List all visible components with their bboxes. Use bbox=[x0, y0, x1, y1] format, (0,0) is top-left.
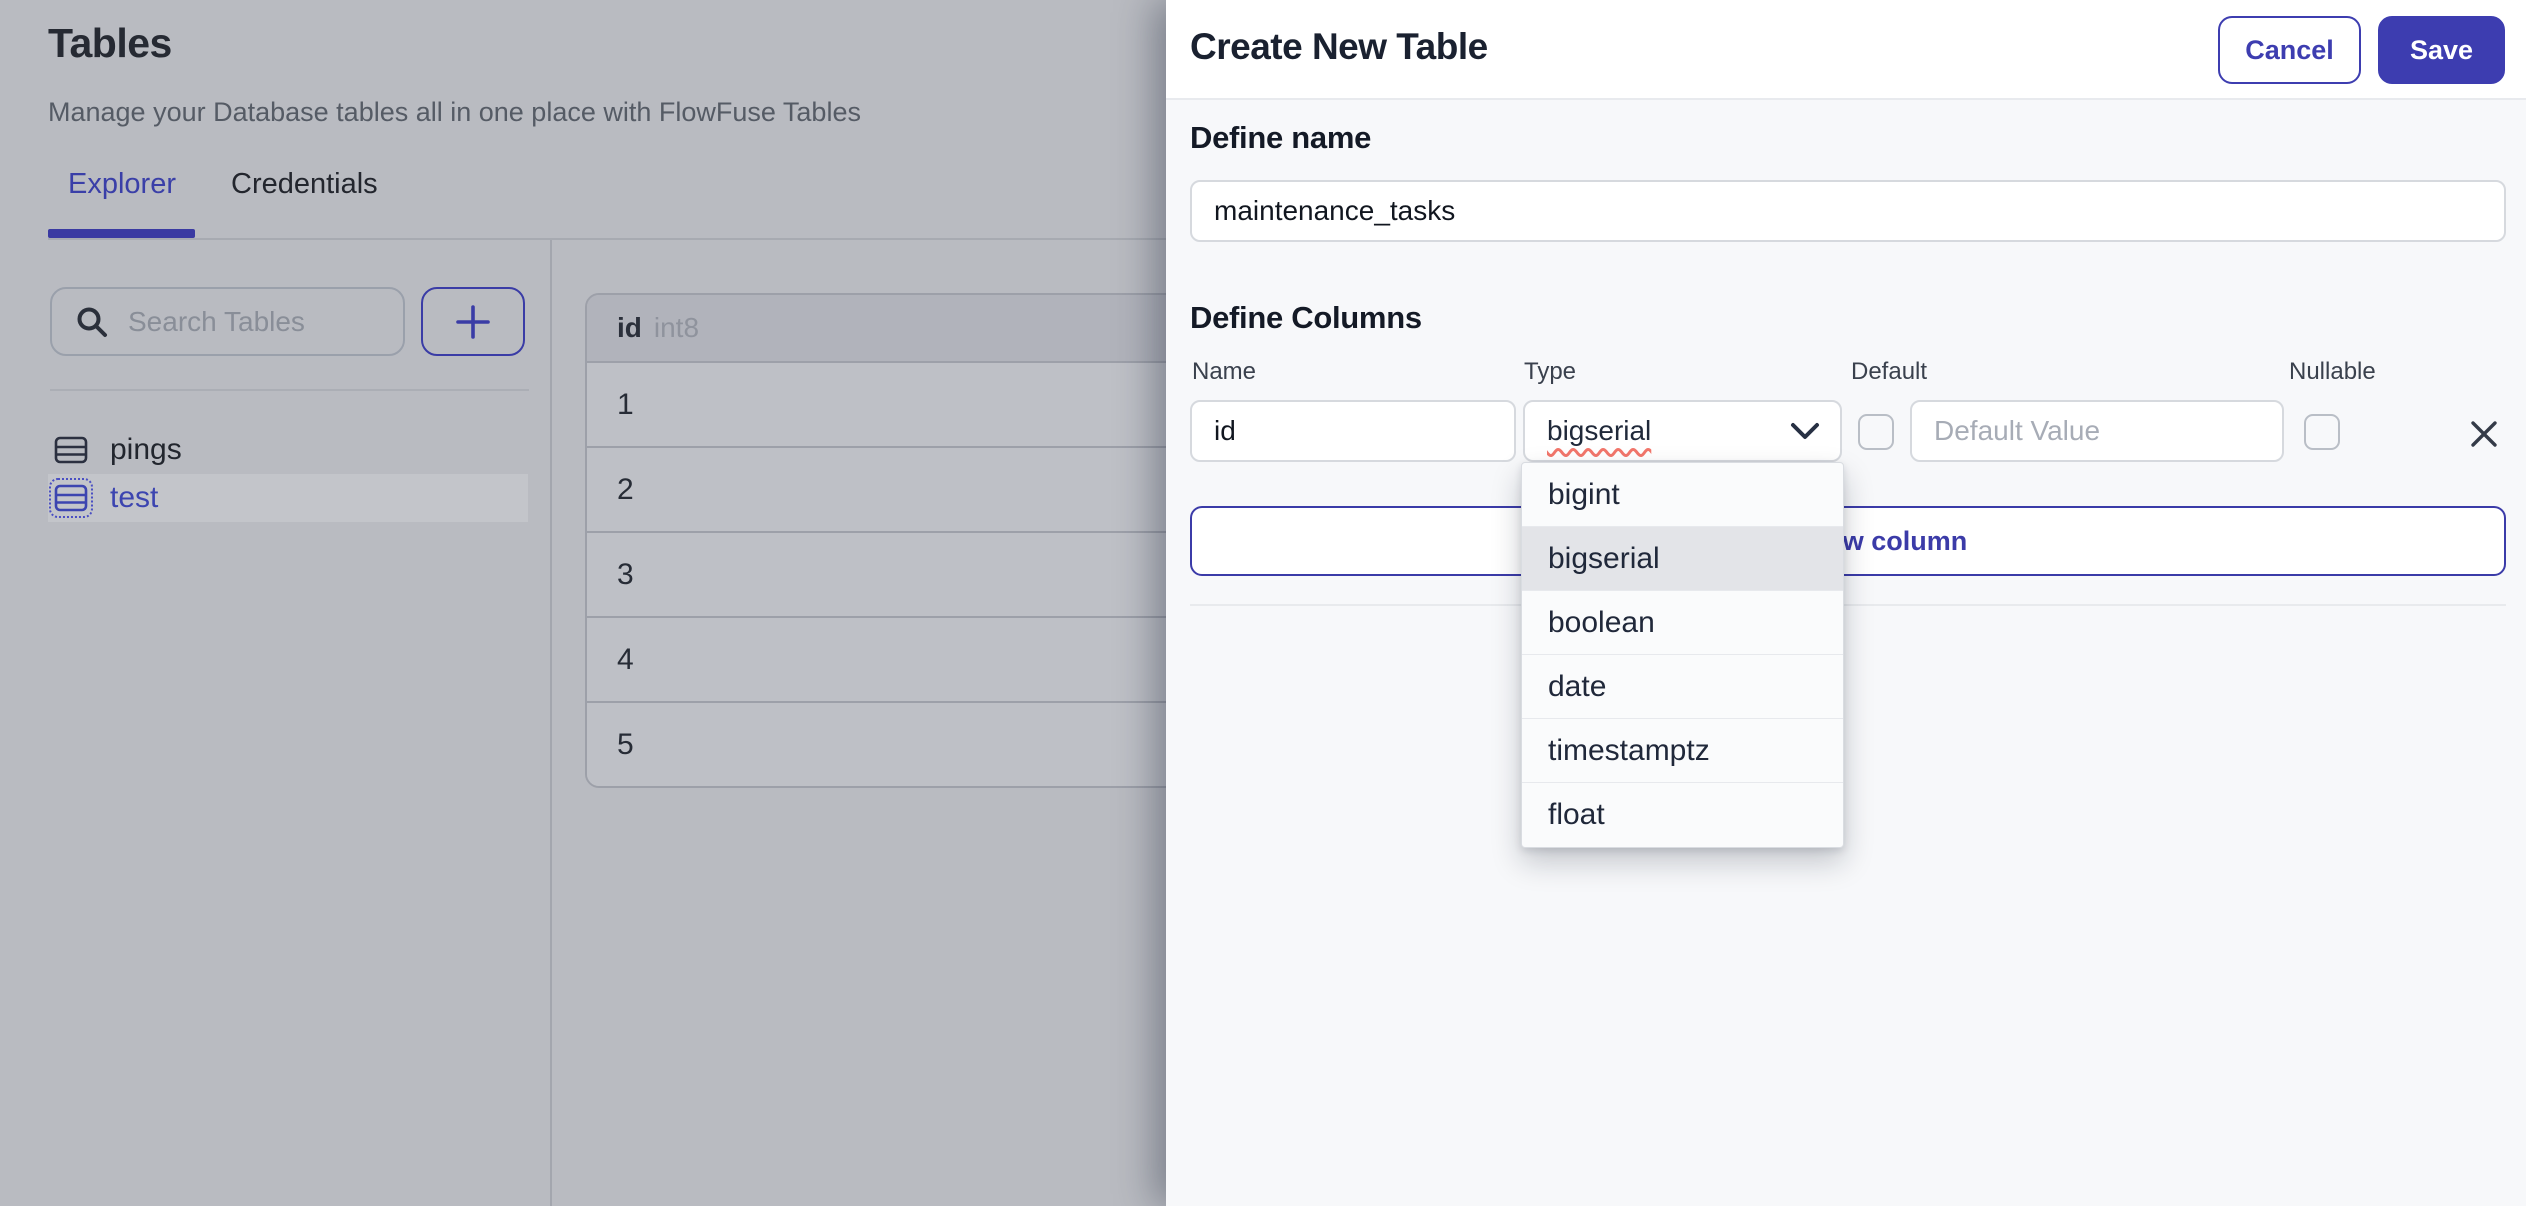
remove-column-icon[interactable] bbox=[2466, 416, 2502, 452]
type-option-date[interactable]: date bbox=[1522, 655, 1843, 719]
table-list-item-label: pings bbox=[110, 433, 182, 466]
type-option-float[interactable]: float bbox=[1522, 783, 1843, 847]
sidebar-divider bbox=[50, 389, 529, 391]
default-value-input[interactable] bbox=[1910, 400, 2284, 462]
nullable-field-label: Nullable bbox=[2289, 358, 2376, 385]
column-name: id bbox=[617, 312, 642, 343]
tab-credentials[interactable]: Credentials bbox=[231, 168, 378, 201]
cell-id: 4 bbox=[617, 642, 634, 676]
save-button[interactable]: Save bbox=[2378, 16, 2505, 84]
type-field-label: Type bbox=[1524, 358, 1577, 385]
column-name-input[interactable] bbox=[1190, 400, 1516, 462]
tab-explorer[interactable]: Explorer bbox=[68, 168, 176, 201]
drawer-header: Create New Table Cancel Save bbox=[1166, 0, 2526, 100]
page-title: Tables bbox=[48, 20, 172, 66]
table-list-item-label: test bbox=[110, 481, 159, 514]
search-tables-box[interactable] bbox=[50, 287, 405, 356]
define-columns-heading: Define Columns bbox=[1190, 300, 1422, 335]
plus-icon bbox=[456, 304, 490, 339]
active-tab-indicator bbox=[48, 229, 195, 238]
page-subtitle: Manage your Database tables all in one p… bbox=[48, 97, 861, 127]
cell-id: 3 bbox=[617, 557, 634, 591]
type-option-bigint[interactable]: bigint bbox=[1522, 463, 1843, 527]
cell-id: 2 bbox=[617, 472, 634, 506]
nullable-checkbox[interactable] bbox=[2304, 414, 2340, 450]
search-icon bbox=[77, 307, 107, 337]
column-type: int8 bbox=[653, 312, 700, 343]
define-name-heading: Define name bbox=[1190, 120, 1372, 155]
app: Tables Manage your Database tables all i… bbox=[0, 0, 2526, 1206]
type-option-bigserial[interactable]: bigserial bbox=[1522, 527, 1843, 591]
table-icon bbox=[54, 435, 88, 465]
cell-id: 5 bbox=[617, 727, 634, 761]
cancel-button[interactable]: Cancel bbox=[2218, 16, 2361, 84]
tab-bar-divider bbox=[48, 238, 1166, 240]
cell-id: 1 bbox=[617, 387, 634, 421]
columns-section-divider bbox=[1190, 604, 2506, 606]
add-table-button[interactable] bbox=[421, 287, 525, 356]
type-option-boolean[interactable]: boolean bbox=[1522, 591, 1843, 655]
add-column-button[interactable]: Add a new column bbox=[1190, 506, 2506, 576]
type-option-timestamptz[interactable]: timestamptz bbox=[1522, 719, 1843, 783]
default-checkbox[interactable] bbox=[1858, 414, 1894, 450]
name-field-label: Name bbox=[1192, 358, 1257, 385]
type-dropdown-menu: bigint bigserial boolean date timestampt… bbox=[1521, 462, 1844, 848]
table-name-input[interactable] bbox=[1190, 180, 2506, 242]
table-list-item-pings[interactable]: pings bbox=[48, 426, 528, 474]
column-type-select[interactable]: bigserial bbox=[1523, 400, 1842, 462]
create-table-drawer: Create New Table Cancel Save Define name… bbox=[1166, 0, 2526, 1206]
search-input[interactable] bbox=[128, 305, 389, 338]
sidebar-right-border bbox=[550, 240, 552, 1206]
default-field-label: Default bbox=[1851, 358, 1928, 385]
selected-type-value: bigserial bbox=[1547, 415, 1652, 446]
table-list-item-test[interactable]: test bbox=[48, 474, 528, 522]
chevron-down-icon bbox=[1790, 422, 1820, 441]
table-icon bbox=[49, 478, 93, 518]
drawer-title: Create New Table bbox=[1190, 26, 1488, 67]
